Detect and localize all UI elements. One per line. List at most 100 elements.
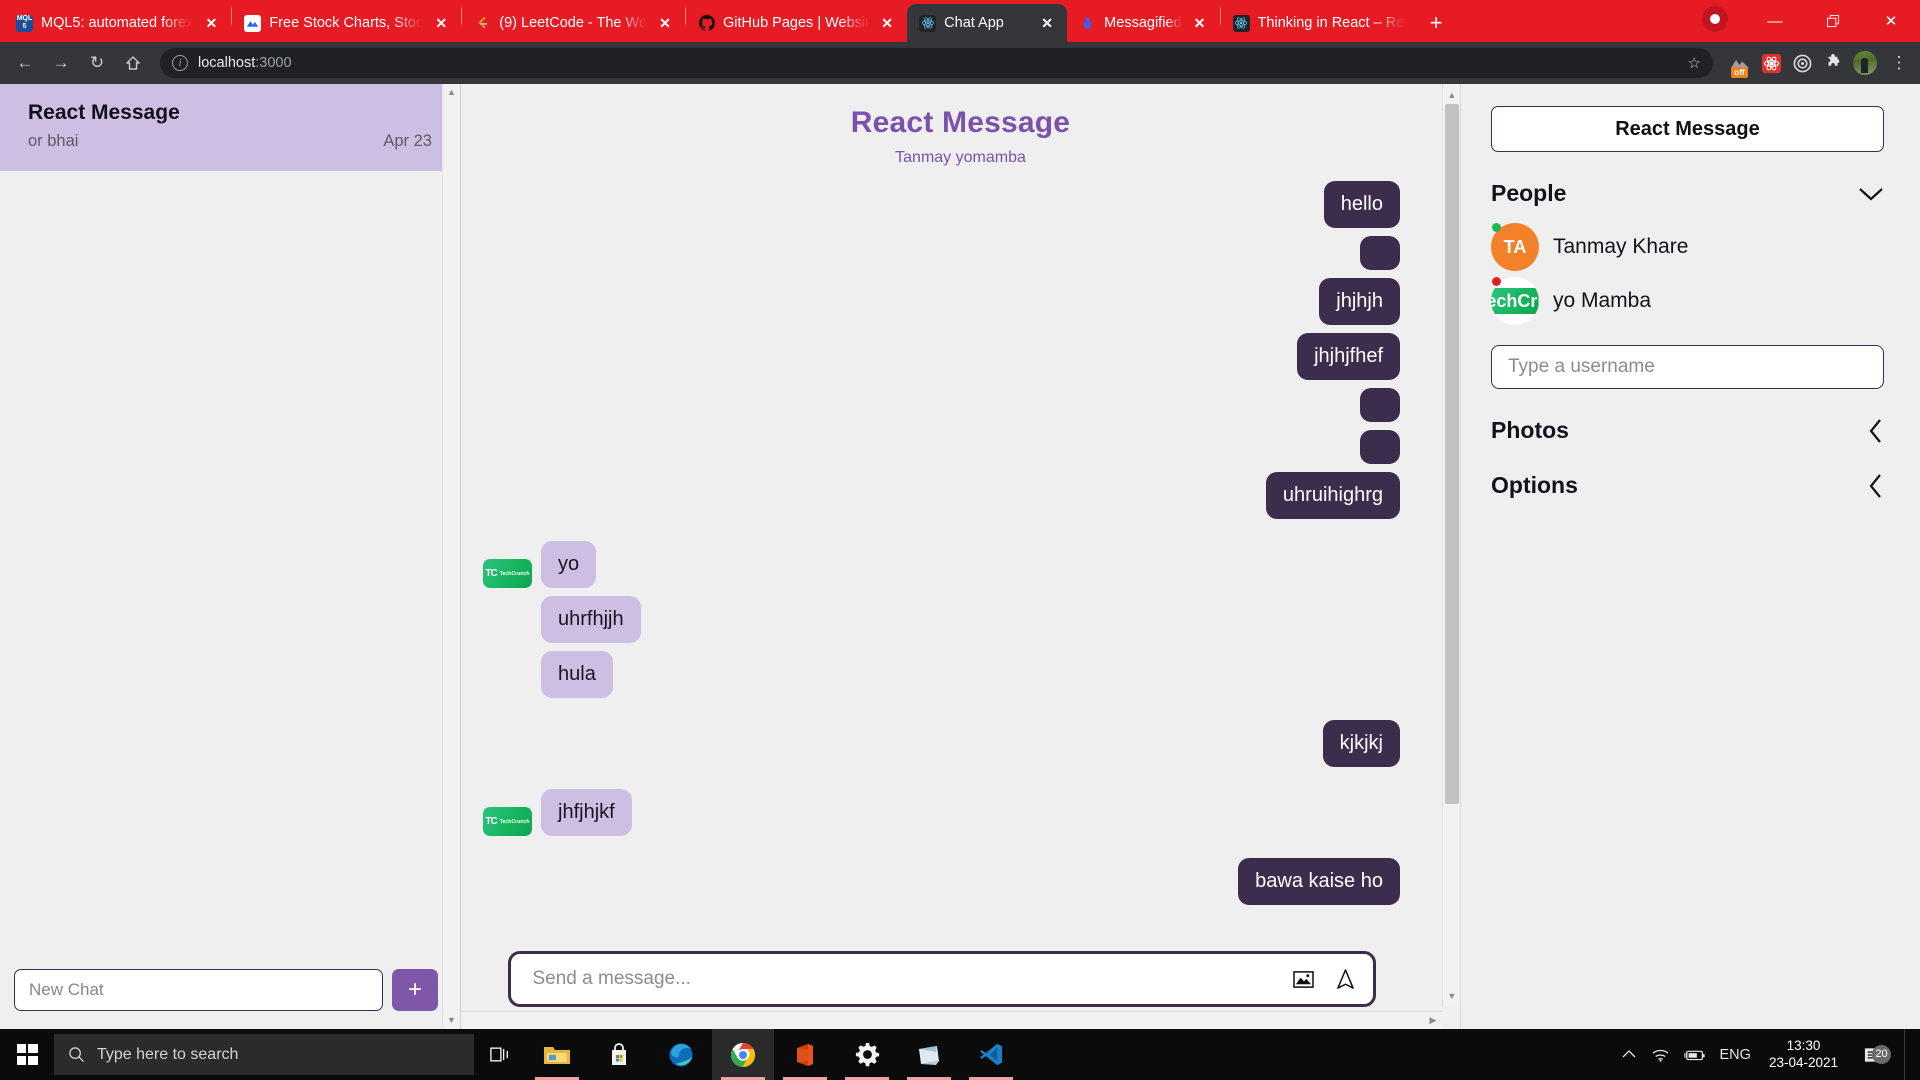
show-desktop-button[interactable] [1904,1029,1912,1080]
bookmark-star-icon[interactable]: ☆ [1688,54,1701,72]
clock[interactable]: 13:30 23-04-2021 [1765,1038,1842,1072]
close-icon[interactable]: ✕ [877,13,897,33]
battery-charging-icon[interactable] [1683,1048,1706,1062]
chevron-left-icon[interactable] [1868,418,1884,444]
browser-tab-6[interactable]: Thinking in React – Re [1221,4,1415,42]
messagified-icon [1079,15,1096,32]
section-photos-header[interactable]: Photos [1491,417,1884,444]
browser-tab-3[interactable]: GitHub Pages | Websit ✕ [686,4,907,42]
horizontal-scrollbar[interactable]: ▶ [461,1011,1442,1029]
message-row: TC TechCrunch jhfjhjkf [483,789,1400,836]
close-icon[interactable]: ✕ [1190,13,1210,33]
room-title-button[interactable]: React Message [1491,106,1884,152]
message-row: TC TechCrunch yo [483,541,1400,588]
clock-date: 23-04-2021 [1768,1054,1838,1070]
browser-tab-5[interactable]: Messagified ✕ [1067,4,1219,42]
address-bar-url: localhost:3000 [198,55,292,71]
browser-tab-0[interactable]: MQL 5 MQL5: automated forex ✕ [4,4,231,42]
chevron-left-icon[interactable] [1868,473,1884,499]
target-extension-icon[interactable] [1791,52,1813,74]
send-icon[interactable] [1336,968,1355,990]
extensions-puzzle-icon[interactable] [1822,52,1844,74]
reload-icon[interactable]: ↻ [80,46,114,80]
adblock-extension-icon[interactable]: off [1729,52,1751,78]
github-icon [698,15,715,32]
maximize-button[interactable] [1804,3,1862,39]
scroll-up-arrow-icon[interactable]: ▲ [1443,86,1461,104]
browser-tab-title: Messagified [1104,15,1182,31]
username-input[interactable] [1491,345,1884,389]
browser-menu-icon[interactable]: ⋮ [1886,53,1912,73]
scroll-right-arrow-icon[interactable]: ▶ [1424,1015,1442,1026]
add-chat-button[interactable]: + [392,969,438,1011]
status-dot-offline [1492,277,1501,286]
section-people-header[interactable]: People [1491,180,1884,207]
home-icon[interactable] [116,46,150,80]
site-info-icon[interactable]: i [172,55,188,71]
person-row[interactable]: TC TechCrunch yo Mamba [1491,277,1884,325]
new-chat-input[interactable] [14,969,383,1011]
chat-scrollbar[interactable]: ▲ ▼ [1442,84,1460,1007]
message-row: jhjhjfhef [483,333,1400,380]
close-window-button[interactable]: ✕ [1862,3,1920,39]
task-view-button[interactable] [474,1029,526,1080]
close-icon[interactable]: ✕ [1037,13,1057,33]
taskbar-search[interactable]: Type here to search [54,1034,474,1075]
chat-main: React Message Tanmay yomamba hello jhjhj… [460,84,1460,1029]
show-hidden-icons-chevron-icon[interactable] [1621,1049,1637,1060]
language-indicator[interactable]: ENG [1720,1047,1751,1063]
scrollbar-thumb[interactable] [1445,104,1459,804]
scroll-up-arrow-icon[interactable]: ▲ [447,88,456,97]
message-bubble-received: jhfjhjkf [541,789,632,836]
scroll-down-arrow-icon[interactable]: ▼ [1443,987,1461,1005]
taskbar-app-sticky-notes[interactable] [898,1029,960,1080]
chat-date: Apr 23 [383,132,432,150]
message-row [483,236,1400,270]
taskbar-app-file-explorer[interactable] [526,1029,588,1080]
message-row: uhrfhjjh [483,596,1400,643]
minimize-button[interactable]: — [1746,3,1804,39]
forward-icon[interactable]: → [44,46,78,80]
browser-tab-4-active[interactable]: Chat App ✕ [907,4,1068,42]
wifi-icon[interactable] [1651,1047,1670,1063]
start-button[interactable] [0,1029,54,1080]
browser-tab-1[interactable]: Free Stock Charts, Stoc ✕ [232,4,461,42]
section-options-header[interactable]: Options [1491,472,1884,499]
message-bubble-sent [1360,430,1400,464]
address-bar[interactable]: i localhost:3000 ☆ [160,48,1713,78]
taskbar-app-microsoft-edge[interactable] [650,1029,712,1080]
message-input[interactable] [532,968,1271,990]
message-composer [507,951,1376,1007]
message-row: hula [483,651,1400,698]
browser-toolbar: ← → ↻ i localhost:3000 ☆ off ⋮ [0,42,1920,84]
chevron-down-icon[interactable] [1858,186,1884,202]
new-tab-button[interactable]: + [1420,7,1452,39]
close-icon[interactable]: ✕ [431,13,451,33]
chat-sidebar: React Message or bhai Apr 23 + ▲ ▼ [0,84,460,1029]
screen-recording-indicator[interactable] [1702,5,1728,32]
message-row: bawa kaise ho [483,858,1400,905]
message-row: uhruihighrg [483,472,1400,519]
windows-taskbar: Type here to search ENG 13:30 23-04-2021… [0,1029,1920,1080]
leetcode-icon [474,15,491,32]
taskbar-app-microsoft-office[interactable] [774,1029,836,1080]
person-name: Tanmay Khare [1553,235,1689,258]
sidebar-scrollbar[interactable]: ▲ ▼ [442,84,460,1029]
taskbar-app-google-chrome[interactable] [712,1029,774,1080]
react-devtools-extension-icon[interactable] [1760,52,1782,74]
chat-list-item-react-message[interactable]: React Message or bhai Apr 23 [0,84,460,171]
image-icon[interactable] [1292,970,1314,989]
profile-avatar[interactable] [1853,51,1877,75]
person-row[interactable]: TA Tanmay Khare [1491,223,1884,271]
scroll-down-arrow-icon[interactable]: ▼ [447,1016,456,1025]
browser-tab-title: Thinking in React – Re [1257,15,1405,31]
search-placeholder: Type here to search [97,1045,239,1063]
close-icon[interactable]: ✕ [201,13,221,33]
notification-center-icon[interactable]: 20 [1856,1044,1891,1064]
taskbar-app-settings[interactable] [836,1029,898,1080]
browser-tab-2[interactable]: (9) LeetCode - The Wo ✕ [462,4,685,42]
taskbar-app-visual-studio-code[interactable] [960,1029,1022,1080]
back-icon[interactable]: ← [8,46,42,80]
close-icon[interactable]: ✕ [655,13,675,33]
taskbar-app-microsoft-store[interactable] [588,1029,650,1080]
